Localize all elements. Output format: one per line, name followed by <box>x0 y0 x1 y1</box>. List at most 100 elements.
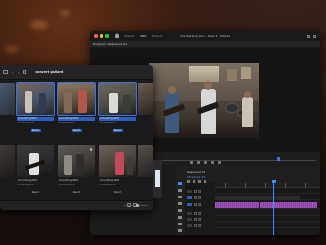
program-monitor-label[interactable]: Program: Sequence 01 <box>93 42 127 46</box>
solo-icon[interactable] <box>198 218 201 221</box>
snap-icon[interactable] <box>187 180 190 183</box>
back-icon[interactable]: ‹ <box>12 70 14 75</box>
play-icon[interactable] <box>203 161 207 164</box>
file-subtitle: The Barking Dun <box>58 184 75 186</box>
track-header-v2[interactable] <box>185 189 215 194</box>
mute-icon[interactable] <box>193 203 197 206</box>
minimize-window-button[interactable] <box>99 34 103 38</box>
file-tag: Report <box>30 129 41 132</box>
add-marker-icon[interactable] <box>198 180 201 183</box>
file-item[interactable]: ConcertImg.0061 The Barking Dun Report <box>97 82 138 141</box>
file-subtitle: The Barking Dun <box>17 122 34 124</box>
file-item[interactable]: ConcertImg.0063 The Barking Dun Report <box>15 145 56 203</box>
background-bokeh <box>30 20 48 30</box>
home-icon[interactable] <box>114 33 119 38</box>
track-header-a1[interactable] <box>185 202 215 207</box>
folder-icon <box>23 70 27 74</box>
solo-icon[interactable] <box>198 203 201 206</box>
mark-out-icon[interactable] <box>217 161 221 164</box>
type-tool-icon[interactable] <box>178 229 182 232</box>
track-header-a2[interactable] <box>185 211 215 216</box>
file-item[interactable] <box>138 83 153 141</box>
tab-sequence[interactable]: Sequence 01 <box>187 170 205 174</box>
fullscreen-icon[interactable] <box>313 34 316 38</box>
lock-icon[interactable] <box>193 190 197 193</box>
file-tag: Report <box>31 191 40 194</box>
track-lane-a1[interactable] <box>215 202 320 209</box>
solo-icon[interactable] <box>198 224 201 227</box>
audio-clip[interactable] <box>215 202 259 208</box>
track-lane-a2[interactable] <box>215 211 320 216</box>
track-select-tool-icon[interactable] <box>178 188 182 192</box>
preview-panel <box>153 160 162 198</box>
hand-tool-icon[interactable] <box>178 222 182 226</box>
wrench-icon[interactable] <box>203 180 206 183</box>
file-grid: ConcertImg.0057 The Barking Dun Report C… <box>0 82 153 203</box>
share-icon[interactable] <box>307 34 310 38</box>
file-item[interactable]: ConcertImg.0059 The Barking Dun Report <box>56 82 97 141</box>
slip-tool-icon[interactable] <box>178 209 182 212</box>
file-tag: Report <box>113 191 122 194</box>
premiere-titlebar: Import Edit Export The Barking Dun - Ree… <box>90 31 320 41</box>
finder-toolbar: ‹ › concert gallard <box>0 65 153 80</box>
file-thumbnail <box>138 145 153 177</box>
program-monitor-header: Program: Sequence 01 <box>90 41 320 48</box>
icon-view-icon[interactable] <box>3 70 8 74</box>
file-thumbnail <box>0 83 15 115</box>
lock-icon[interactable] <box>193 196 197 199</box>
timeline-panel[interactable]: Sequence 01 00:00:01:23 <box>185 170 320 235</box>
track-lane-a3[interactable] <box>215 217 320 222</box>
file-thumbnail <box>17 145 54 177</box>
file-item[interactable]: ConcertImg.0064 The Barking Dun Report <box>56 145 97 203</box>
file-item[interactable]: ConcertImg.0065 The Barking Dun Report <box>97 145 138 203</box>
mark-in-icon[interactable] <box>189 161 193 164</box>
file-thumbnail <box>99 145 136 177</box>
eye-icon[interactable] <box>198 196 201 199</box>
file-subtitle: The Barking Dun <box>17 184 34 186</box>
mute-icon[interactable] <box>193 218 197 221</box>
tab-edit[interactable]: Edit <box>140 34 146 38</box>
slider-knob[interactable] <box>136 204 139 207</box>
track-lane-v1[interactable] <box>215 195 320 200</box>
track-lane-v2[interactable] <box>215 189 320 194</box>
file-thumbnail <box>98 82 137 116</box>
mute-icon[interactable] <box>193 212 197 215</box>
file-name: ConcertImg.0057 <box>17 117 54 121</box>
step-back-icon[interactable] <box>196 161 200 164</box>
window-controls <box>94 34 109 38</box>
tab-export[interactable]: Export <box>152 34 162 38</box>
file-name: ConcertImg.0065 <box>100 179 119 182</box>
tools-panel <box>176 182 184 232</box>
step-forward-icon[interactable] <box>210 161 214 164</box>
mute-icon[interactable] <box>193 224 197 227</box>
file-item[interactable] <box>0 145 15 203</box>
file-item[interactable] <box>0 83 15 141</box>
audio-clip[interactable] <box>260 202 317 208</box>
close-window-button[interactable] <box>94 34 98 38</box>
tab-import[interactable]: Import <box>125 34 135 38</box>
track-lane-a4[interactable] <box>215 223 320 228</box>
file-tag: Report <box>112 129 123 132</box>
razor-tool-icon[interactable] <box>178 202 182 205</box>
file-thumbnail <box>57 82 96 116</box>
eye-icon[interactable] <box>198 190 201 193</box>
track-header-a4[interactable] <box>185 223 215 228</box>
ripple-edit-tool-icon[interactable] <box>178 195 182 199</box>
solo-icon[interactable] <box>198 212 201 215</box>
file-subtitle: The Barking Dun <box>99 184 116 186</box>
selection-tool-icon[interactable] <box>178 182 182 185</box>
forward-icon[interactable]: › <box>18 70 20 75</box>
finder-window: ‹ › concert gallard ConcertImg.0057 The … <box>0 65 153 210</box>
zoom-window-button[interactable] <box>105 34 109 38</box>
sequence-timecode[interactable]: 00:00:01:23 <box>187 175 205 179</box>
file-item[interactable] <box>138 145 153 203</box>
track-header-a3[interactable] <box>185 217 215 222</box>
file-thumbnail <box>58 145 95 177</box>
linked-selection-icon[interactable] <box>192 180 195 183</box>
file-subtitle: The Barking Dun <box>58 122 75 124</box>
pen-tool-icon[interactable] <box>178 215 182 219</box>
time-ruler[interactable] <box>215 183 320 188</box>
timeline-playhead[interactable] <box>273 181 274 235</box>
track-header-v1[interactable] <box>185 195 215 200</box>
file-item[interactable]: ConcertImg.0057 The Barking Dun Report <box>15 82 56 141</box>
